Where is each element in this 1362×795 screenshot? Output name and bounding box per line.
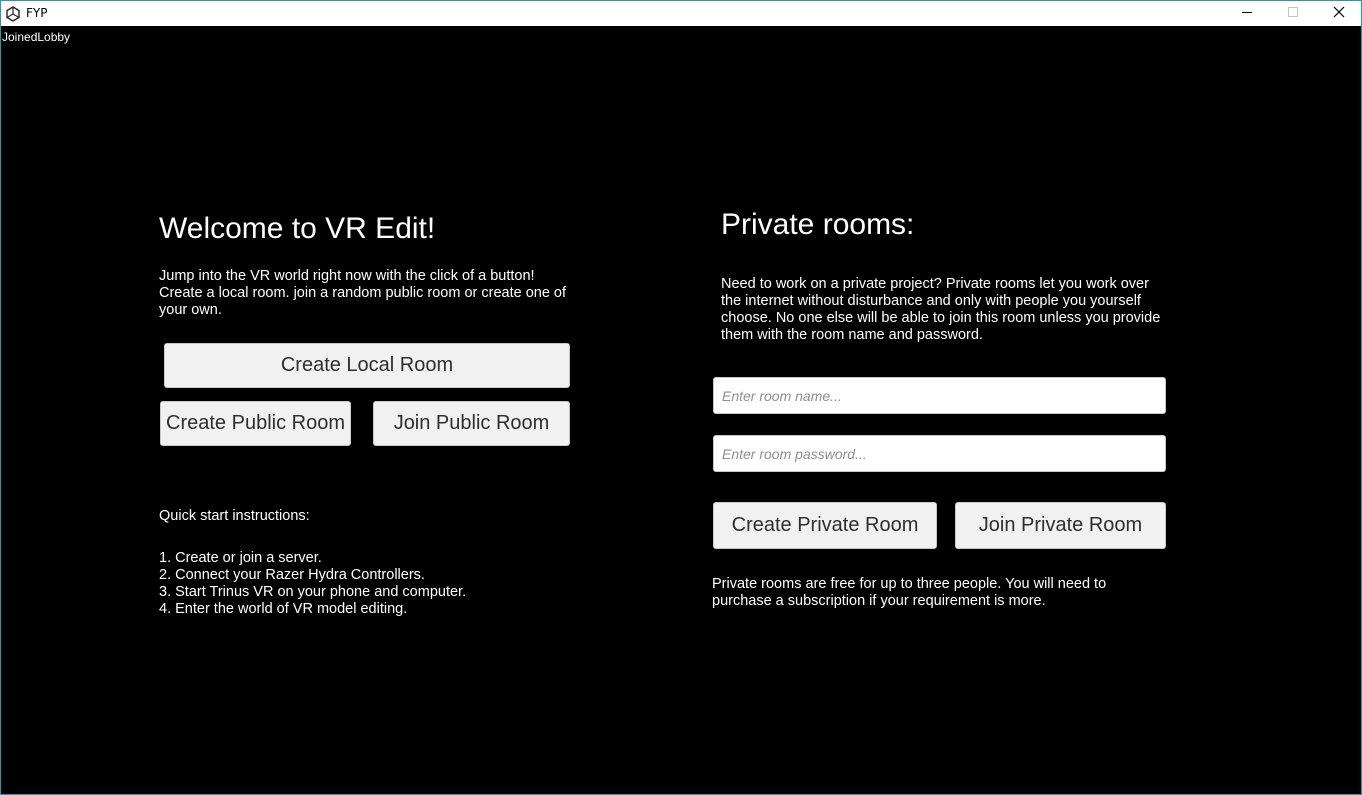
instructions-title: Quick start instructions:: [159, 508, 310, 524]
minimize-button[interactable]: [1224, 1, 1270, 26]
instruction-step: 1. Create or join a server.: [159, 550, 322, 566]
title-bar[interactable]: FYP: [1, 1, 1361, 26]
instruction-step: 4. Enter the world of VR model editing.: [159, 601, 408, 617]
private-rooms-title: Private rooms:: [721, 208, 915, 241]
private-rooms-description: Need to work on a private project? Priva…: [721, 276, 1161, 343]
window-title: FYP: [26, 6, 48, 20]
room-password-input[interactable]: [713, 435, 1166, 472]
unity-icon: [5, 6, 21, 22]
game-viewport: JoinedLobby Welcome to VR Edit! Jump int…: [1, 26, 1361, 794]
create-public-room-button[interactable]: Create Public Room: [160, 401, 351, 446]
create-local-room-button[interactable]: Create Local Room: [164, 343, 570, 388]
connection-status: JoinedLobby: [2, 30, 71, 44]
room-name-input[interactable]: [713, 377, 1166, 414]
welcome-description: Jump into the VR world right now with th…: [159, 268, 567, 318]
instruction-step: 3. Start Trinus VR on your phone and com…: [159, 584, 467, 600]
minimize-icon: [1241, 5, 1253, 23]
private-rooms-note: Private rooms are free for up to three p…: [712, 576, 1107, 609]
instruction-step: 2. Connect your Razer Hydra Controllers.: [159, 567, 425, 583]
close-icon: [1333, 5, 1345, 23]
close-button[interactable]: [1316, 1, 1362, 26]
maximize-icon: [1287, 5, 1299, 23]
join-private-room-button[interactable]: Join Private Room: [955, 502, 1166, 549]
join-public-room-button[interactable]: Join Public Room: [373, 401, 570, 446]
instructions-list: 1. Create or join a server. 2. Connect y…: [159, 550, 466, 618]
welcome-title: Welcome to VR Edit!: [159, 212, 436, 245]
maximize-button[interactable]: [1270, 1, 1316, 26]
app-window: FYP JoinedLobby Welcome to VR Edit! Jump…: [0, 0, 1362, 795]
create-private-room-button[interactable]: Create Private Room: [713, 502, 937, 549]
